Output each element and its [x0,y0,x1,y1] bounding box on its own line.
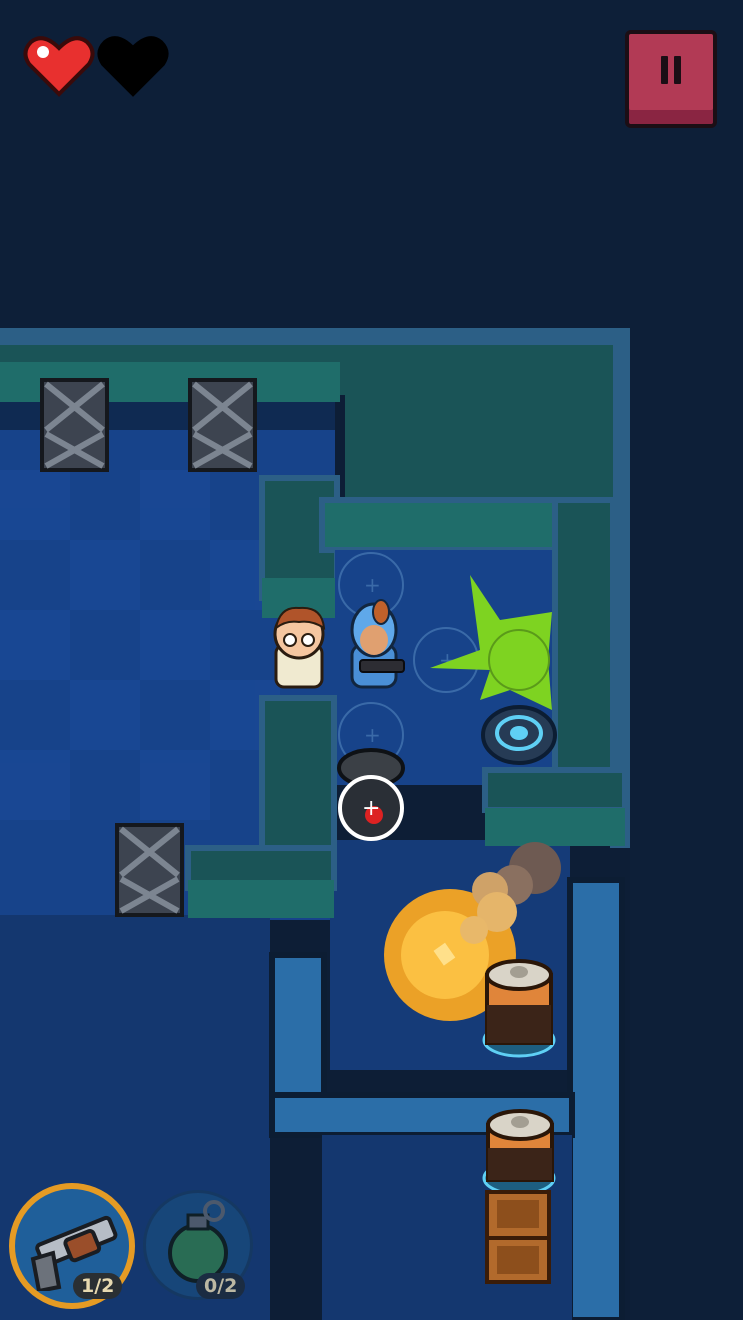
teleporter-pad[interactable] [481,705,557,765]
battery-barrel[interactable] [482,959,556,1058]
plus-icon: + [362,796,380,821]
scientist-character[interactable] [273,606,326,689]
pause-button[interactable] [625,30,717,128]
plus-icon: + [364,723,381,747]
game-map: + + + + [0,0,743,1320]
battery-barrel[interactable] [482,1109,556,1196]
wall-block-upper-right [345,345,613,500]
heart-full-icon [23,36,95,97]
plus-icon: + [364,573,381,597]
inner-room-wall-top [319,497,575,553]
secondary-weapon-slot[interactable]: 0/2 [143,1190,253,1300]
primary-ammo-count: 1/2 [73,1273,123,1299]
wooden-crate [485,1190,551,1284]
heart-empty-icon [97,36,169,97]
inner-room-right-wall [552,497,616,793]
metal-crate [188,378,257,472]
lower-wall-face [188,880,334,918]
right-wall-face [485,808,625,846]
metal-crate [40,378,109,472]
primary-weapon-slot[interactable]: 1/2 [9,1183,135,1309]
health-kit-pickup[interactable]: + [337,748,405,841]
metal-crate [115,823,184,917]
secondary-ammo-count: 0/2 [196,1273,246,1299]
pause-icon [661,56,683,84]
water-channel-right [567,877,625,1320]
right-wall-block [482,767,628,813]
